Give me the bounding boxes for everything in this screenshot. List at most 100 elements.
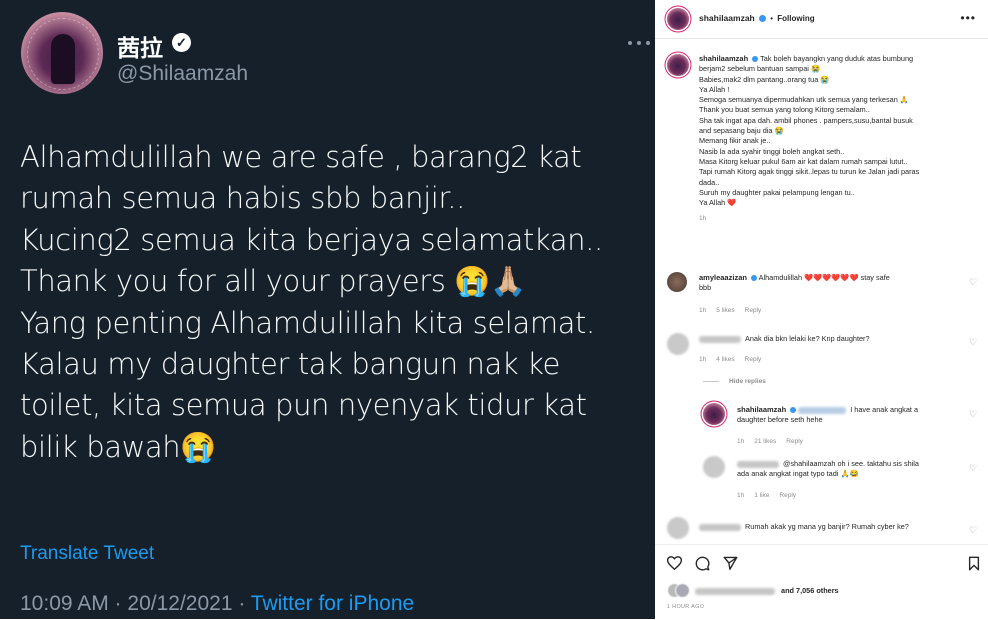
hide-replies-line <box>703 381 719 382</box>
post-actions-bar: and 7,056 others 1 HOUR AGO <box>655 544 988 620</box>
likes-summary[interactable]: and 7,056 others <box>695 586 839 595</box>
heart-icon[interactable] <box>667 556 682 570</box>
reply-avatar[interactable] <box>703 456 725 478</box>
caption-line: shahilaamzah Tak boleh bayangkn yang dud… <box>699 54 979 64</box>
comment-likes[interactable]: 5 likes <box>716 307 734 314</box>
reply-body: daughter before seth hehe <box>737 415 823 424</box>
hide-replies-button[interactable]: Hide replies <box>729 378 766 385</box>
comment-text: amyleaazizan Alhamdulillah ❤️❤️❤️❤️❤️❤️ … <box>699 273 890 293</box>
comment-body: bbb <box>699 283 712 292</box>
comment-username[interactable]: amyleaazizan <box>699 273 747 282</box>
comment-icon[interactable] <box>695 556 710 571</box>
header-separator: • <box>770 14 774 23</box>
comment-avatar[interactable] <box>667 517 689 539</box>
likes-count[interactable]: and 7,056 others <box>781 586 839 595</box>
instagram-panel: shahilaamzah • Following ••• shahilaamza… <box>655 0 988 619</box>
post-time: 1 HOUR AGO <box>667 604 705 610</box>
header-avatar[interactable] <box>667 8 689 30</box>
reply-meta: 1h 1 like Reply <box>737 492 806 499</box>
reply-text: @shahilaamzah oh i see. taktahu sis shil… <box>737 459 919 479</box>
tweet-line: Thank you for all your prayers 😭🙏🏼 <box>20 264 526 299</box>
blurred-mention[interactable] <box>798 406 847 414</box>
reply-likes[interactable]: 1 like <box>754 492 769 499</box>
tweet-line: Kalau my daughter tak bangun nak ke <box>20 347 560 382</box>
verified-icon <box>758 15 766 23</box>
blurred-username[interactable] <box>737 460 779 468</box>
share-icon[interactable] <box>723 556 738 570</box>
caption-line: Sha tak ingat apa dah. ambil phones . pa… <box>699 115 913 125</box>
caption-avatar[interactable] <box>667 54 689 76</box>
reply-username[interactable]: shahilaamzah <box>737 405 786 414</box>
comment-likes[interactable]: 4 likes <box>716 356 734 363</box>
tweet-timestamp: 10:09 AM · 20/12/2021 · Twitter for iPho… <box>20 592 414 616</box>
reply-body: @shahilaamzah oh i see. taktahu sis shil… <box>783 459 919 468</box>
blurred-username[interactable] <box>699 335 741 343</box>
blurred-username[interactable] <box>699 523 741 531</box>
blurred-liker-name[interactable] <box>695 587 775 595</box>
comment-meta: 1h 5 likes Reply <box>699 307 771 314</box>
tweet-line: rumah semua habis sbb banjir.. <box>20 181 465 216</box>
reply-button[interactable]: Reply <box>786 438 803 445</box>
reply-button[interactable]: Reply <box>779 492 796 499</box>
reply-like-icon[interactable]: ♡ <box>969 410 978 419</box>
tweet-time[interactable]: 10:09 AM · 20/12/2021 · <box>20 592 251 615</box>
reply-avatar[interactable] <box>703 403 725 425</box>
verified-icon <box>790 407 797 414</box>
comment-body: Alhamdulillah ❤️❤️❤️❤️❤️❤️ stay safe <box>758 273 890 282</box>
reply-like-icon[interactable]: ♡ <box>969 464 978 473</box>
caption-line: Babies,mak2 dlm pantang..orang tua 😭 <box>699 74 830 84</box>
avatar-figure <box>51 34 75 84</box>
comment-like-icon[interactable]: ♡ <box>969 338 978 347</box>
reply-likes[interactable]: 21 likes <box>754 438 776 445</box>
comment-time: 1h <box>699 307 707 314</box>
reply-button[interactable]: Reply <box>745 307 762 314</box>
caption-time: 1h <box>699 215 707 223</box>
tweet-text: Alhamdulillah we are safe , barang2 kat … <box>20 137 650 468</box>
user-handle[interactable]: @Shilaamzah <box>117 62 248 86</box>
caption-line: Thank you buat semua yang tolong Kitorg … <box>699 105 870 115</box>
verified-icon <box>750 275 757 282</box>
comment-text: Rumah akak yg mana yg banjir? Rumah cybe… <box>699 522 909 532</box>
tweet-panel: 茜拉 ✓ @Shilaamzah Alhamdulillah we are sa… <box>0 0 655 619</box>
header-username[interactable]: shahilaamzah <box>699 13 755 23</box>
caption-line: Nasib la ada syahir tinggi boleh angkat … <box>699 146 845 156</box>
caption-line: Tapi rumah Kitorg agak tinggi sikit..lep… <box>699 167 920 177</box>
verified-badge-icon: ✓ <box>172 33 191 52</box>
caption-line: Memang fikir anak je.. <box>699 136 771 146</box>
comment-body: Rumah akak yg mana yg banjir? Rumah cybe… <box>745 522 909 531</box>
header-user-row: shahilaamzah • Following <box>699 13 815 23</box>
display-name[interactable]: 茜拉 <box>117 29 163 63</box>
verified-icon <box>752 56 759 63</box>
post-options-icon[interactable]: ••• <box>960 11 976 25</box>
reply-time: 1h <box>737 438 745 445</box>
bookmark-icon[interactable] <box>968 556 980 571</box>
caption-line: Semoga semuanya dipermudahkan utk semua … <box>699 95 909 105</box>
caption-line: Ya Allah ❤️ <box>699 198 737 208</box>
comment-avatar[interactable] <box>667 333 689 355</box>
caption-text: Tak boleh bayangkn yang duduk atas bumbu… <box>760 54 914 63</box>
comment-like-icon[interactable]: ♡ <box>969 526 978 535</box>
caption-line: Suruh my daughter pakai pelampung lengan… <box>699 187 855 197</box>
tweet-line: Alhamdulillah we are safe , barang2 kat <box>20 140 582 174</box>
profile-avatar[interactable] <box>21 12 103 94</box>
comment-body: Anak dia bkn lelaki ke? Knp daughter? <box>745 334 870 343</box>
caption-line: berjam2 sebelum bantuan sampai 😭 <box>699 64 821 74</box>
comment-like-icon[interactable]: ♡ <box>969 278 978 287</box>
comment-avatar[interactable] <box>667 272 687 292</box>
caption-line: Ya Allah ! <box>699 84 730 94</box>
tweet-line: bilik bawah😭 <box>20 429 216 464</box>
tweet-line: toilet, kita semua pun nyenyak tidur kat <box>20 388 587 423</box>
following-button[interactable]: Following <box>777 14 814 23</box>
tweet-source-link[interactable]: Twitter for iPhone <box>251 592 414 615</box>
more-options-icon[interactable] <box>628 36 655 50</box>
translate-tweet-link[interactable]: Translate Tweet <box>20 543 154 565</box>
reply-body: ada anak angkat ingat typo tadi 🙏😂 <box>737 469 859 478</box>
liker-avatar[interactable] <box>675 583 690 598</box>
reply-button[interactable]: Reply <box>745 356 762 363</box>
caption-username[interactable]: shahilaamzah <box>699 54 748 63</box>
comment-meta: 1h 4 likes Reply <box>699 356 771 363</box>
tweet-line: Kucing2 semua kita berjaya selamatkan.. <box>20 222 603 257</box>
comment-time: 1h <box>699 356 707 363</box>
caption-line: Masa Kitorg keluar pukul 6am air kat dal… <box>699 156 908 166</box>
comment-text: Anak dia bkn lelaki ke? Knp daughter? <box>699 334 870 344</box>
